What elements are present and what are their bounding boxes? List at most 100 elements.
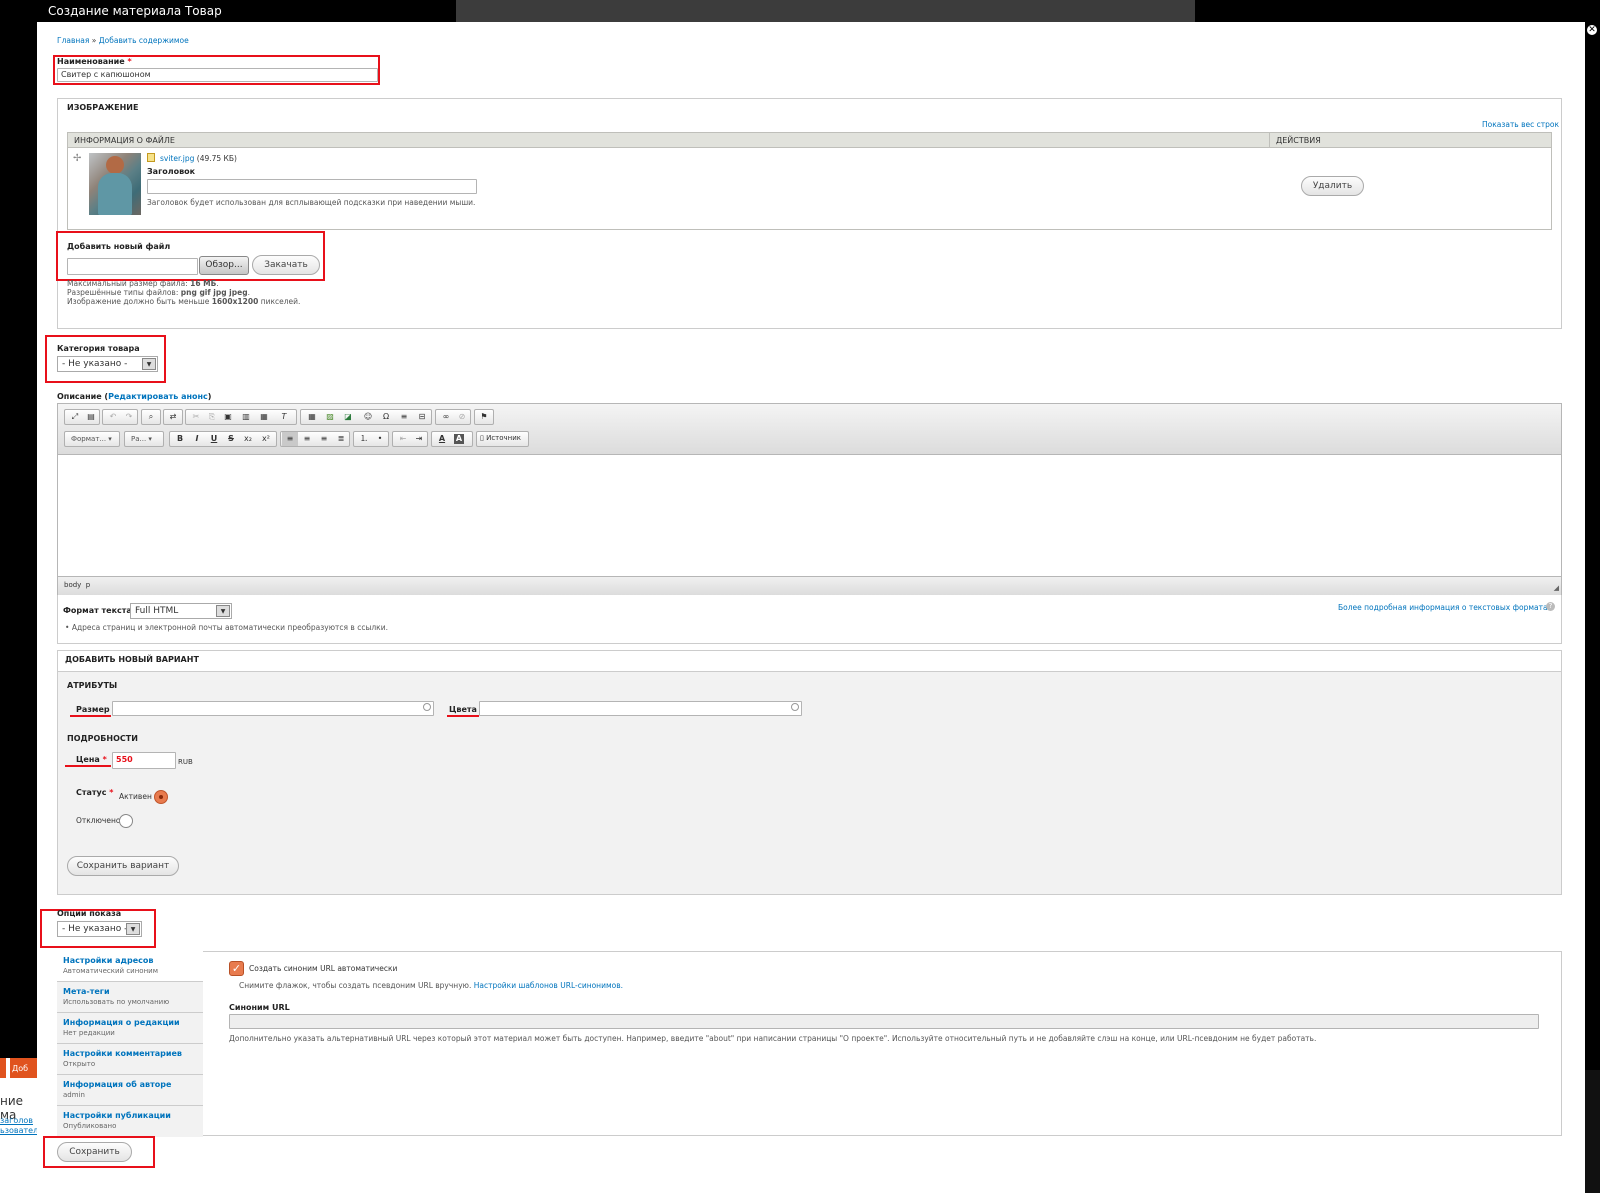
horizontal-rule-icon[interactable]: ≡ — [396, 410, 412, 424]
file-link[interactable]: sviter.jpg — [160, 154, 194, 163]
maximize-icon[interactable]: ⤢ — [67, 410, 83, 424]
page-break-icon[interactable]: ⊟ — [414, 410, 430, 424]
file-path-input[interactable] — [67, 258, 198, 275]
size-combo[interactable]: Ра... ▾ — [124, 431, 164, 447]
help-icon[interactable]: ? — [1546, 602, 1555, 611]
text-format-select[interactable]: Full HTML ▼ — [130, 603, 232, 619]
path-p[interactable]: p — [86, 581, 90, 589]
name-input[interactable]: Свитер с капюшоном — [57, 68, 378, 82]
tab-summary: Нет редакции — [63, 1029, 115, 1037]
dims-value: 1600x1200 — [211, 297, 259, 306]
unlink-icon[interactable]: ⊘ — [454, 410, 470, 424]
color-autocomplete-input[interactable] — [479, 701, 802, 716]
align-left-icon[interactable]: ≡ — [282, 432, 298, 446]
image-title-input[interactable] — [147, 179, 477, 194]
breadcrumb-home-link[interactable]: Главная — [57, 36, 89, 45]
dims-text: Изображение должно быть меньше — [67, 297, 210, 306]
currency-suffix: RUB — [178, 758, 193, 766]
status-active-radio[interactable] — [154, 790, 168, 804]
source-button[interactable]: ▯ Источник — [476, 431, 529, 447]
subscript-icon[interactable]: x₂ — [240, 432, 256, 446]
underline-icon[interactable]: U — [206, 432, 222, 446]
upload-button[interactable]: Закачать — [252, 255, 320, 275]
undo-icon[interactable]: ↶ — [105, 410, 121, 424]
name-label-text: Наименование — [57, 57, 125, 66]
vertical-tab-author-info[interactable]: Информация об авторе admin — [57, 1075, 203, 1106]
description-label: Описание (Редактировать анонс) — [57, 392, 212, 401]
path-body[interactable]: body — [64, 581, 81, 589]
text-color-icon[interactable]: A — [434, 432, 450, 446]
bulleted-list-icon[interactable]: • — [372, 432, 388, 446]
format-combo[interactable]: Формат... ▾ — [64, 431, 120, 447]
paste-word-icon[interactable]: ▦ — [256, 410, 272, 424]
find-icon[interactable]: ⌕ — [143, 410, 159, 424]
auto-alias-checkbox[interactable]: ✓ — [229, 961, 244, 976]
background-page: Доб ние ма заголов ьзовател — [0, 1058, 40, 1193]
category-select[interactable]: - Не указано - ▼ — [57, 356, 158, 372]
text-format-help-link[interactable]: Более подробная информация о текстовых ф… — [1338, 603, 1552, 612]
italic-icon[interactable]: I — [189, 432, 205, 446]
align-right-icon[interactable]: ≡ — [316, 432, 332, 446]
remove-format-icon[interactable]: T — [276, 410, 292, 424]
replace-icon[interactable]: ⇄ — [165, 410, 181, 424]
anchor-flag-icon[interactable]: ⚑ — [476, 410, 492, 424]
indent-icon[interactable]: ⇥ — [411, 432, 427, 446]
tab-title: Мета-теги — [63, 987, 110, 996]
vertical-tab-meta-tags[interactable]: Мета-теги Использовать по умолчанию — [57, 982, 203, 1013]
save-variant-button[interactable]: Сохранить вариант — [67, 856, 179, 876]
url-alias-input[interactable] — [229, 1014, 1539, 1029]
types-value: png gif jpg jpeg — [180, 288, 248, 297]
align-center-icon[interactable]: ≡ — [299, 432, 315, 446]
annotation-underline — [65, 765, 111, 767]
size-autocomplete-input[interactable] — [112, 701, 434, 716]
drag-handle-icon[interactable]: ✢ — [73, 153, 81, 164]
price-input[interactable]: 550 — [112, 752, 176, 769]
resize-handle-icon[interactable]: ◢ — [1554, 584, 1559, 592]
smiley-icon[interactable]: ☺ — [360, 410, 376, 424]
copy-icon[interactable]: ⎘ — [204, 410, 220, 424]
superscript-icon[interactable]: x² — [258, 432, 274, 446]
chevron-down-icon: ▼ — [126, 923, 140, 935]
thumbnail-sweater — [98, 173, 132, 215]
editor-toolbar: ⤢ ▤ ↶ ↷ ⌕ ⇄ ✂ ⎘ ▣ ▥ ▦ T ▦ ▨ ◪ ☺ Ω ≡ ⊟ ∞ … — [58, 404, 1561, 455]
toolbar-group: ⇄ — [163, 409, 183, 425]
vertical-tab-url-settings[interactable]: Настройки адресов Автоматический синоним — [57, 951, 203, 982]
remove-image-button[interactable]: Удалить — [1301, 176, 1364, 196]
show-blocks-icon[interactable]: ▤ — [83, 410, 99, 424]
numbered-list-icon[interactable]: ⒈ — [356, 432, 372, 446]
add-file-label: Добавить новый файл — [67, 242, 171, 251]
link-icon[interactable]: ∞ — [438, 410, 454, 424]
vertical-tab-comment-settings[interactable]: Настройки комментариев Открыто — [57, 1044, 203, 1075]
paste-icon[interactable]: ▣ — [220, 410, 236, 424]
outdent-icon[interactable]: ⇤ — [395, 432, 411, 446]
browse-button[interactable]: Обзор... — [199, 256, 249, 275]
text-format-label: Формат текста — [63, 606, 132, 615]
tab-title: Информация об авторе — [63, 1080, 172, 1089]
status-active-label: Активен — [119, 792, 152, 801]
status-disabled-radio[interactable] — [119, 814, 133, 828]
edit-summary-link[interactable]: Редактировать анонс — [108, 392, 208, 401]
status-disabled-label: Отключено — [76, 816, 121, 825]
paste-text-icon[interactable]: ▥ — [238, 410, 254, 424]
background-color-icon[interactable]: A — [454, 434, 464, 444]
strikethrough-icon[interactable]: S — [223, 432, 239, 446]
url-patterns-link[interactable]: Настройки шаблонов URL-синонимов. — [474, 981, 623, 990]
vertical-tab-revision-info[interactable]: Информация о редакции Нет редакции — [57, 1013, 203, 1044]
breadcrumb-current-link[interactable]: Добавить содержимое — [99, 36, 189, 45]
display-options-select[interactable]: - Не указано - ▼ — [57, 921, 142, 937]
align-justify-icon[interactable]: ≣ — [333, 432, 349, 446]
bold-icon[interactable]: B — [172, 432, 188, 446]
image-icon[interactable]: ▨ — [322, 410, 338, 424]
cut-icon[interactable]: ✂ — [188, 410, 204, 424]
tab-title: Информация о редакции — [63, 1018, 180, 1027]
vertical-tab-publishing-options[interactable]: Настройки публикации Опубликовано — [57, 1106, 203, 1137]
flash-icon[interactable]: ◪ — [340, 410, 356, 424]
redo-icon[interactable]: ↷ — [121, 410, 137, 424]
show-row-weights-link[interactable]: Показать вес строк — [1482, 120, 1559, 129]
special-char-icon[interactable]: Ω — [378, 410, 394, 424]
types-line: Разрешённые типы файлов: png gif jpg jpe… — [67, 288, 250, 297]
save-button[interactable]: Сохранить — [57, 1142, 132, 1162]
table-icon[interactable]: ▦ — [304, 410, 320, 424]
editor-content-area[interactable] — [58, 455, 1561, 576]
close-icon[interactable]: ✕ — [1585, 23, 1599, 37]
